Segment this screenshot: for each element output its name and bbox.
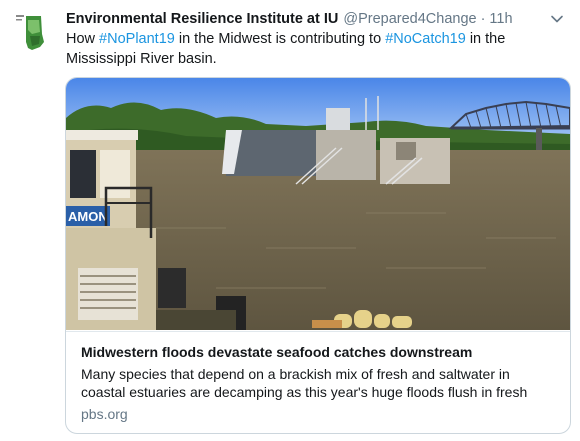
flood-photo-image: AMON (66, 78, 570, 330)
hashtag-noplant19[interactable]: #NoPlant19 (99, 31, 175, 47)
tweet-timestamp[interactable]: 11h (489, 11, 512, 27)
tweet-header: Environmental Resilience Institute at IU… (66, 9, 566, 29)
tweet-text-segment: How (66, 31, 100, 47)
tweet-text-segment: in the Midwest is contributing to (174, 31, 386, 47)
card-title[interactable]: Midwestern floods devastate seafood catc… (81, 343, 555, 361)
author-handle[interactable]: @Prepared4Change (343, 11, 476, 27)
boat-sign-text: AMON (68, 209, 108, 224)
separator-dot: · (480, 11, 486, 27)
avatar[interactable] (14, 12, 50, 52)
chevron-down-icon[interactable] (550, 12, 564, 26)
indiana-map-logo-icon (14, 12, 50, 52)
card-description: Many species that depend on a brackish m… (81, 366, 528, 400)
hashtag-nocatch19[interactable]: #NoCatch19 (385, 31, 466, 47)
card-body[interactable]: Midwestern floods devastate seafood catc… (66, 331, 570, 433)
link-preview-card[interactable]: AMON Midwestern floods devastate seafood… (65, 77, 571, 434)
author-name[interactable]: Environmental Resilience Institute at IU (66, 11, 338, 27)
card-image[interactable]: AMON (66, 78, 570, 330)
card-domain: pbs.org (81, 406, 128, 422)
tweet-text: How #NoPlant19 in the Midwest is contrib… (66, 29, 570, 69)
